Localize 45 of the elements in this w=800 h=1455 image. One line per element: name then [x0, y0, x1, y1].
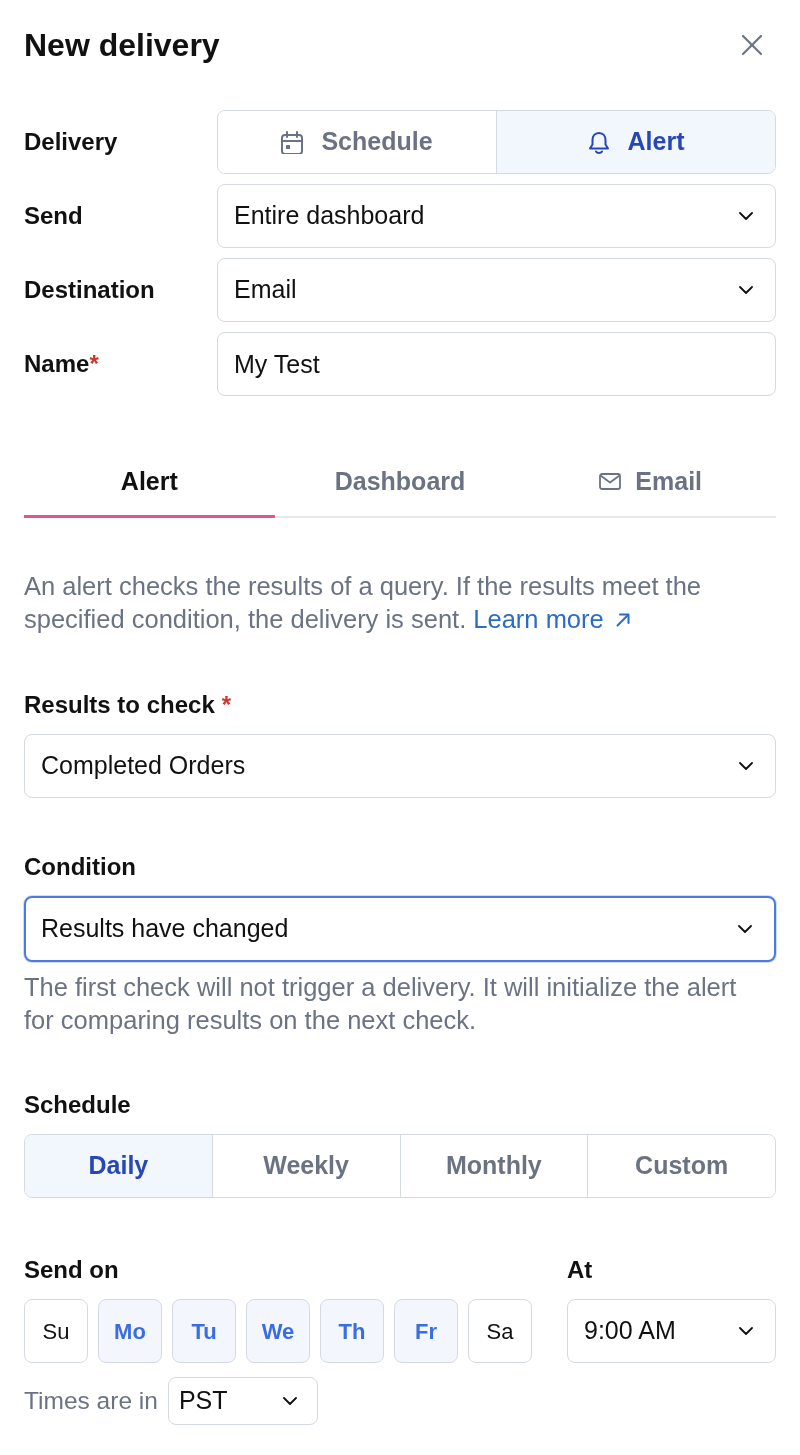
field-label: Schedule	[24, 1091, 132, 1119]
day-toggle[interactable]: Mo	[98, 1299, 162, 1363]
description-text: An alert checks the results of a query. If the results meet the specified condition, the delivery is sent. Learn more	[24, 570, 776, 636]
day-toggle[interactable]: Su	[24, 1299, 88, 1363]
chevron-down-icon	[739, 762, 753, 770]
dropdown-select[interactable]: Completed Orders	[24, 734, 776, 798]
day-toggle[interactable]: We	[246, 1299, 310, 1363]
chevron-down-icon	[738, 925, 752, 933]
calendar-icon	[281, 130, 304, 154]
toggle-option[interactable]: Custom	[587, 1135, 775, 1197]
toggle-option[interactable]: Alert	[496, 111, 775, 173]
field-label: Delivery	[24, 128, 119, 156]
field-label: Condition	[24, 853, 137, 881]
time-select[interactable]: 9:00 AM	[567, 1299, 776, 1363]
close-icon	[741, 34, 763, 56]
envelope-icon	[599, 473, 622, 490]
day-toggle[interactable]: Sa	[468, 1299, 532, 1363]
tab[interactable]: Dashboard	[274, 448, 526, 518]
dropdown-select[interactable]: Results have changed	[24, 896, 776, 962]
dropdown-select[interactable]: Entire dashboard	[217, 184, 776, 248]
day-toggle[interactable]: Th	[320, 1299, 384, 1363]
dialog-title: New delivery	[24, 25, 220, 65]
field-label: Results to check *	[24, 691, 233, 719]
tab[interactable]: Alert	[24, 448, 275, 518]
chevron-down-icon	[739, 212, 753, 220]
day-toggle[interactable]: Fr	[394, 1299, 458, 1363]
help-text: The first check will not trigger a delivery. It will initialize the alert for comparing results on the next check.	[24, 972, 738, 1036]
chevron-down-icon	[739, 1327, 753, 1335]
field-label: Send on	[24, 1256, 120, 1284]
field-label: At	[567, 1256, 594, 1284]
timezone-select[interactable]: PST	[167, 1377, 318, 1425]
chevron-down-icon	[282, 1397, 297, 1405]
arrow-up-right-icon	[615, 612, 630, 627]
learn-more-link[interactable]: Learn more	[473, 603, 630, 636]
chevron-down-icon	[739, 286, 753, 294]
tab[interactable]: Email	[525, 448, 776, 518]
field-label: Send	[24, 202, 84, 230]
timezone-label: Times are in	[24, 1385, 158, 1416]
day-toggle[interactable]: Tu	[172, 1299, 236, 1363]
toggle-option[interactable]: Daily	[25, 1135, 212, 1197]
field-label: Destination	[24, 276, 156, 304]
field-label: Name*	[24, 350, 100, 378]
text-input[interactable]: My Test	[217, 332, 776, 396]
bell-icon	[587, 130, 610, 154]
dropdown-select[interactable]: Email	[217, 258, 776, 322]
